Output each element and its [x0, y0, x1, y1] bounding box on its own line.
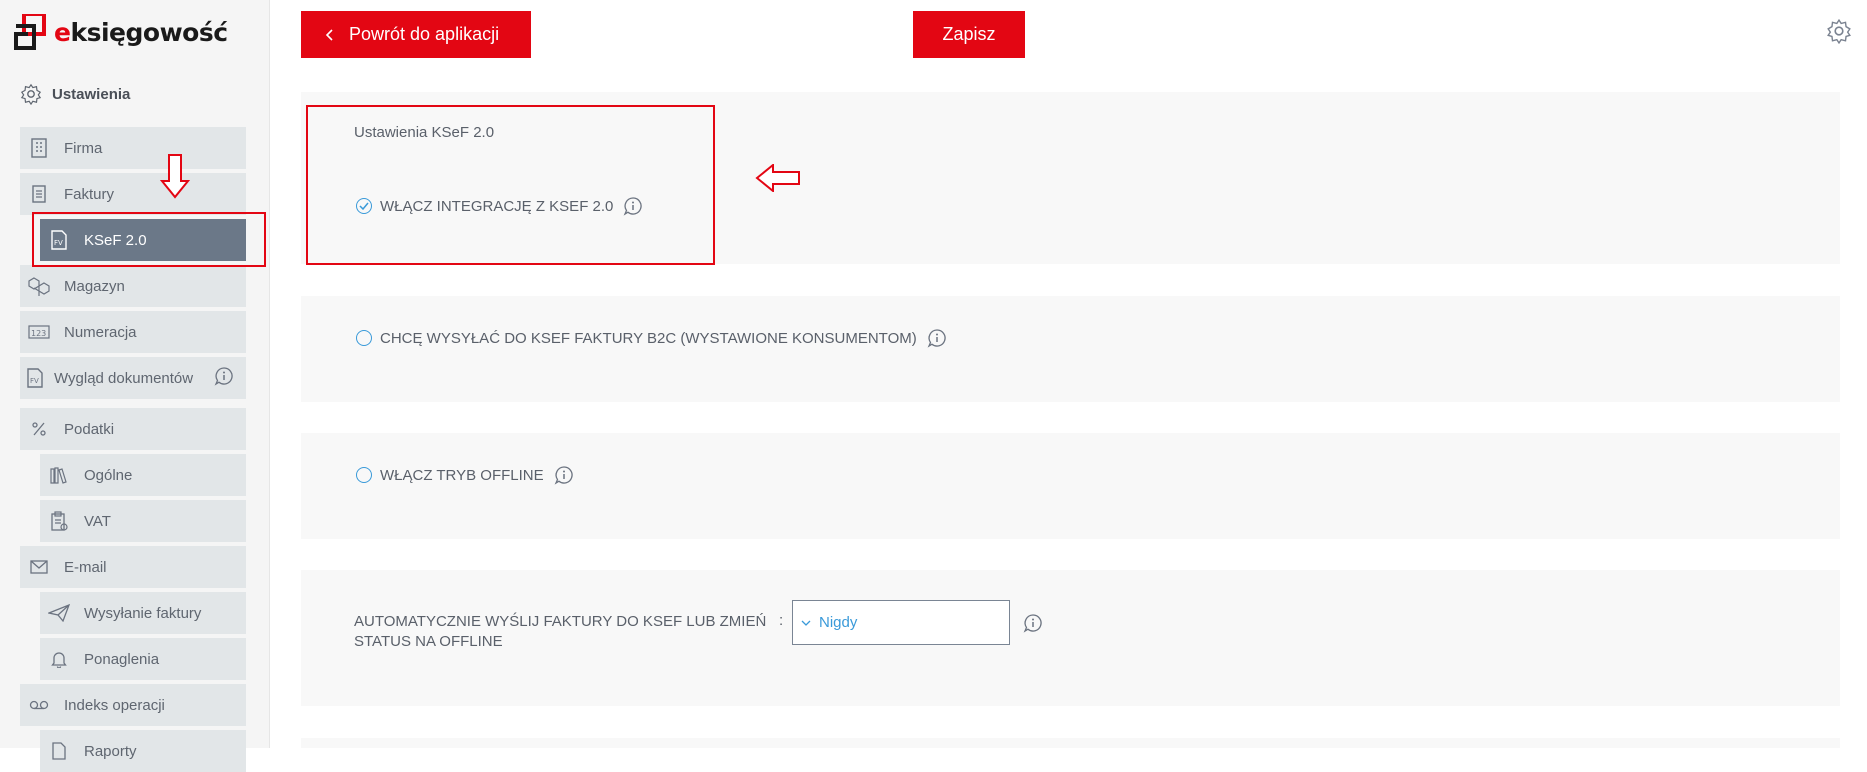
clipboard-icon	[48, 510, 70, 532]
document-icon	[28, 183, 50, 205]
settings-section-title: Ustawienia	[20, 83, 130, 105]
auto-send-label: AUTOMATYCZNIE WYŚLIJ FAKTURY DO KSEF LUB…	[354, 613, 767, 650]
sidebar-item-magazyn[interactable]: Magazyn	[20, 265, 246, 307]
gear-icon	[1827, 18, 1851, 45]
auto-send-select[interactable]: Nigdy	[792, 600, 1010, 645]
gear-icon	[20, 83, 42, 105]
info-icon[interactable]	[554, 465, 574, 485]
option-offline-mode[interactable]: WŁĄCZ TRYB OFFLINE	[356, 465, 574, 485]
arrow-down-icon	[160, 154, 190, 199]
highlight-box-ksef-settings	[306, 105, 715, 265]
svg-text:123: 123	[31, 329, 46, 338]
sidebar-item-email[interactable]: E-mail	[20, 546, 246, 588]
info-icon[interactable]	[214, 366, 234, 390]
sidebar-item-ogolne[interactable]: Ogólne	[40, 454, 246, 496]
sidebar-item-faktury[interactable]: Faktury	[20, 173, 246, 215]
chevron-down-icon	[801, 620, 811, 626]
b2c-option-card	[301, 296, 1840, 402]
highlight-box-ksef	[32, 212, 266, 267]
svg-text:FV: FV	[30, 377, 39, 385]
envelope-icon	[28, 556, 50, 578]
building-icon	[28, 137, 50, 159]
tape-icon	[28, 694, 50, 716]
next-card	[301, 738, 1840, 748]
logo-text: eksięgowość	[54, 17, 228, 47]
sidebar-item-indeks-operacji[interactable]: Indeks operacji	[20, 684, 246, 726]
sidebar: eksięgowość Ustawienia Firma Faktury FV …	[0, 0, 270, 772]
books-icon	[48, 464, 70, 486]
numbering-icon: 123	[28, 321, 50, 343]
sidebar-item-firma[interactable]: Firma	[20, 127, 246, 169]
boxes-icon	[28, 275, 50, 297]
sidebar-item-numeracja[interactable]: 123 Numeracja	[20, 311, 246, 353]
sidebar-item-wyglad-dokumentow[interactable]: FV Wygląd dokumentów	[20, 357, 246, 399]
radio-icon[interactable]	[356, 467, 372, 483]
sidebar-item-podatki[interactable]: Podatki	[20, 408, 246, 450]
percent-icon	[28, 418, 50, 440]
label-colon: :	[779, 612, 784, 629]
paper-plane-icon	[48, 602, 70, 624]
sidebar-item-ponaglenia[interactable]: Ponaglenia	[40, 638, 246, 680]
app-logo[interactable]: eksięgowość	[14, 14, 228, 50]
report-icon	[48, 740, 70, 762]
fv-document-icon: FV	[24, 367, 46, 389]
settings-gear-button[interactable]	[1826, 18, 1852, 49]
option-b2c-invoices[interactable]: CHCĘ WYSYŁAĆ DO KSEF FAKTURY B2C (WYSTAW…	[356, 328, 947, 348]
back-to-app-button[interactable]: Powrót do aplikacji	[301, 11, 531, 58]
info-icon[interactable]	[1023, 613, 1043, 638]
offline-option-card	[301, 433, 1840, 539]
save-button[interactable]: Zapisz	[913, 11, 1025, 58]
arrow-left-icon	[755, 164, 800, 192]
info-icon[interactable]	[927, 328, 947, 348]
sidebar-item-wysylanie-faktury[interactable]: Wysyłanie faktury	[40, 592, 246, 634]
chevron-left-icon	[325, 28, 333, 41]
bell-icon	[48, 648, 70, 670]
sidebar-item-vat[interactable]: VAT	[40, 500, 246, 542]
radio-icon[interactable]	[356, 330, 372, 346]
sidebar-item-raporty[interactable]: Raporty	[40, 730, 246, 772]
logo-mark-icon	[14, 14, 46, 50]
